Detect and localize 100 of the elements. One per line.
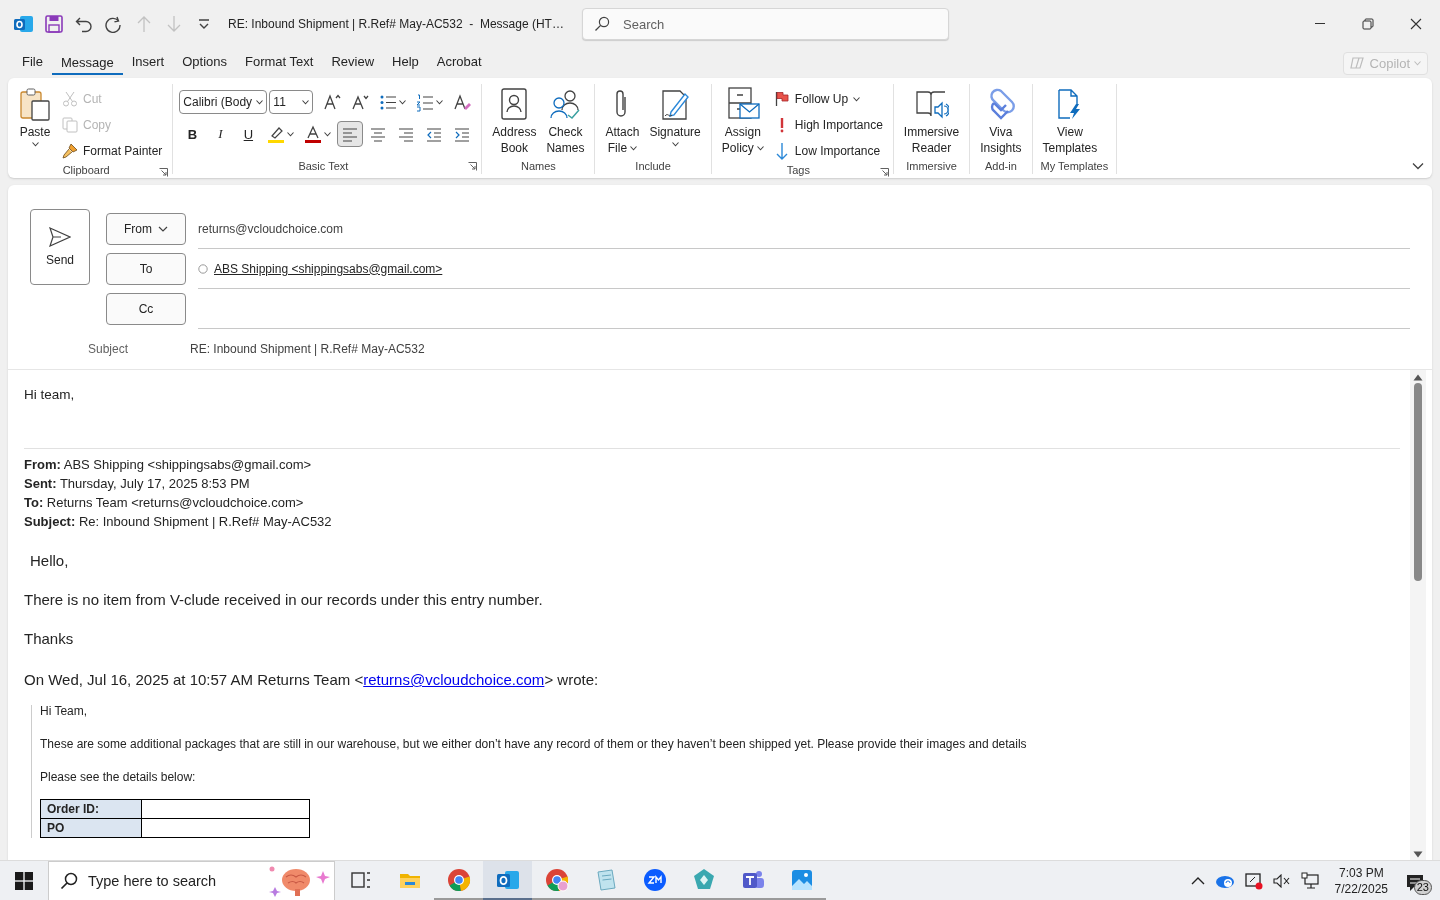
paintbrush-icon (62, 143, 78, 159)
recipient-name[interactable]: ABS Shipping <shippingsabs@gmail.com> (214, 261, 443, 276)
launcher-icon (879, 168, 889, 177)
taskbar-app-button[interactable] (483, 860, 532, 900)
ribbon-button[interactable]: Paste (14, 84, 56, 164)
save-icon (45, 15, 63, 33)
save-button[interactable] (44, 12, 64, 36)
ribbon-button[interactable]: Immersive Reader (899, 84, 964, 158)
caret-icon (756, 145, 764, 151)
chevron-icon (1412, 162, 1424, 170)
recipient-field[interactable]: ABS Shipping <shippingsabs@gmail.com> (198, 249, 1410, 289)
launcher-icon (468, 162, 478, 171)
up-arrow-icon (135, 15, 153, 33)
group-label: Basic Text (298, 160, 349, 172)
scissors-icon (62, 91, 78, 107)
body-text: Hi team, (24, 387, 76, 402)
clock-button[interactable]: 7:03 PM 7/22/2025 (1326, 864, 1396, 897)
quoted-text: Please see the details below: (40, 771, 197, 783)
scrollbar-thumb[interactable] (1414, 383, 1422, 581)
ribbon-button[interactable]: Check Names (542, 84, 589, 158)
ribbon-button[interactable]: Assign Policy (717, 84, 768, 164)
ribbon-button[interactable]: View Templates (1038, 84, 1102, 158)
zoom-icon (642, 868, 667, 892)
redo-icon (105, 15, 123, 33)
ribbon-button[interactable]: Follow Up (769, 86, 887, 112)
ribbon-tab[interactable]: Review (322, 50, 384, 76)
ribbon-tab[interactable]: Acrobat (427, 50, 491, 76)
ribbon-tab[interactable]: Help (383, 50, 428, 76)
ribbon-tab[interactable]: Insert (122, 50, 174, 76)
scroll-up-icon (1413, 374, 1423, 381)
caret-icon (324, 131, 332, 137)
collapse-ribbon-button[interactable] (1412, 162, 1424, 170)
quoted-header-line: Sent: Thursday, July 17, 2025 8:53 PM (24, 475, 251, 493)
eraser-icon (453, 92, 472, 112)
quoted-header-line: From: ABS Shipping <shippingsabs@gmail.com> (24, 456, 313, 474)
undo-icon (75, 15, 93, 33)
dialog-launcher-button[interactable] (468, 162, 478, 171)
scroll-down-icon (1413, 851, 1423, 858)
ribbon-button[interactable]: Viva Insights (976, 84, 1026, 158)
scrollbar[interactable] (1410, 370, 1426, 860)
dialog-launcher-button[interactable] (879, 168, 889, 177)
dialog-launcher-button[interactable] (159, 168, 169, 177)
ribbon-button[interactable]: Address Book (488, 84, 541, 158)
date-text: 7/22/2025 (1334, 880, 1388, 897)
speaker-muted-icon (1272, 873, 1291, 888)
reply-line: On Wed, Jul 16, 2025 at 10:57 AM Returns Team <returns@vcloudchoice.com> wrote: (24, 670, 600, 689)
group-label: Names (520, 160, 556, 172)
caret-icon (436, 99, 444, 105)
ribbon-button[interactable]: Low Importance (769, 138, 887, 164)
group-label: Immersive (906, 160, 957, 172)
subject-field[interactable]: RE: Inbound Shipment | R.Ref# May-AC532 (190, 342, 425, 356)
group-label: Tags (786, 164, 810, 176)
chrome-profile-icon (544, 868, 569, 892)
recipient-button[interactable]: Cc (106, 293, 186, 325)
down-arrow-icon (775, 142, 788, 160)
contact-card-icon (499, 88, 530, 120)
outlook-icon (495, 868, 520, 892)
font-color-icon (304, 124, 323, 144)
italic-button[interactable]: I (207, 121, 234, 147)
ribbon-button[interactable]: High Importance (769, 112, 887, 138)
exclamation-icon (778, 117, 785, 133)
notifications-button[interactable]: 23 (1402, 865, 1432, 896)
pen-document-icon (660, 88, 691, 120)
clipboard-icon (18, 87, 52, 121)
outlook-app-icon (14, 15, 34, 33)
network-icon (1300, 871, 1319, 890)
presence-circle-icon (198, 263, 208, 274)
subject-label: Subject (87, 342, 129, 356)
underline-button[interactable]: U (235, 121, 262, 147)
ribbon-tab[interactable]: Format Text (236, 50, 323, 76)
caret-icon (671, 142, 679, 147)
ribbon-tab[interactable]: Message (51, 51, 123, 75)
restore-icon (1362, 18, 1374, 30)
bold-button[interactable]: B (179, 121, 206, 147)
recipient-button[interactable]: To (106, 253, 186, 285)
ribbon-tab[interactable]: File (13, 50, 52, 76)
tray-button[interactable] (1298, 871, 1321, 890)
caret-icon (302, 99, 310, 105)
from-button[interactable]: From (106, 213, 186, 245)
ribbon-button[interactable]: Signature (645, 84, 705, 158)
caret-icon (256, 99, 264, 105)
font-size-field[interactable]: 11 (269, 90, 314, 114)
align-left-button[interactable] (337, 121, 364, 147)
ribbon-button[interactable]: Format Painter (58, 138, 167, 164)
taskbar-search-field[interactable]: Type here to search (48, 860, 335, 900)
chrome-icon (446, 868, 471, 892)
caret-icon (287, 131, 295, 137)
windows-logo-icon (15, 871, 33, 890)
quoted-text: Hi Team, (40, 705, 89, 717)
send-button[interactable]: Send (30, 209, 90, 285)
ribbon-tab[interactable]: Options (173, 50, 237, 76)
ribbon-button[interactable]: Attach File (601, 84, 644, 158)
font-name-field[interactable]: Calibri (Body (179, 90, 268, 114)
caret-icon (399, 99, 407, 105)
search-field[interactable]: Search (582, 8, 949, 40)
quoted-text: These are some additional packages that are still in our warehouse, but we either don’t have any record of them or they haven’t been shipped yet. Please provide their images and details (40, 738, 1028, 750)
search-icon (60, 871, 78, 890)
numbered-list-icon (416, 92, 435, 112)
quoted-header-line: Subject: Re: Inbound Shipment | R.Ref# May-AC532 (24, 513, 333, 531)
email-link[interactable]: returns@vcloudchoice.com (363, 671, 545, 688)
